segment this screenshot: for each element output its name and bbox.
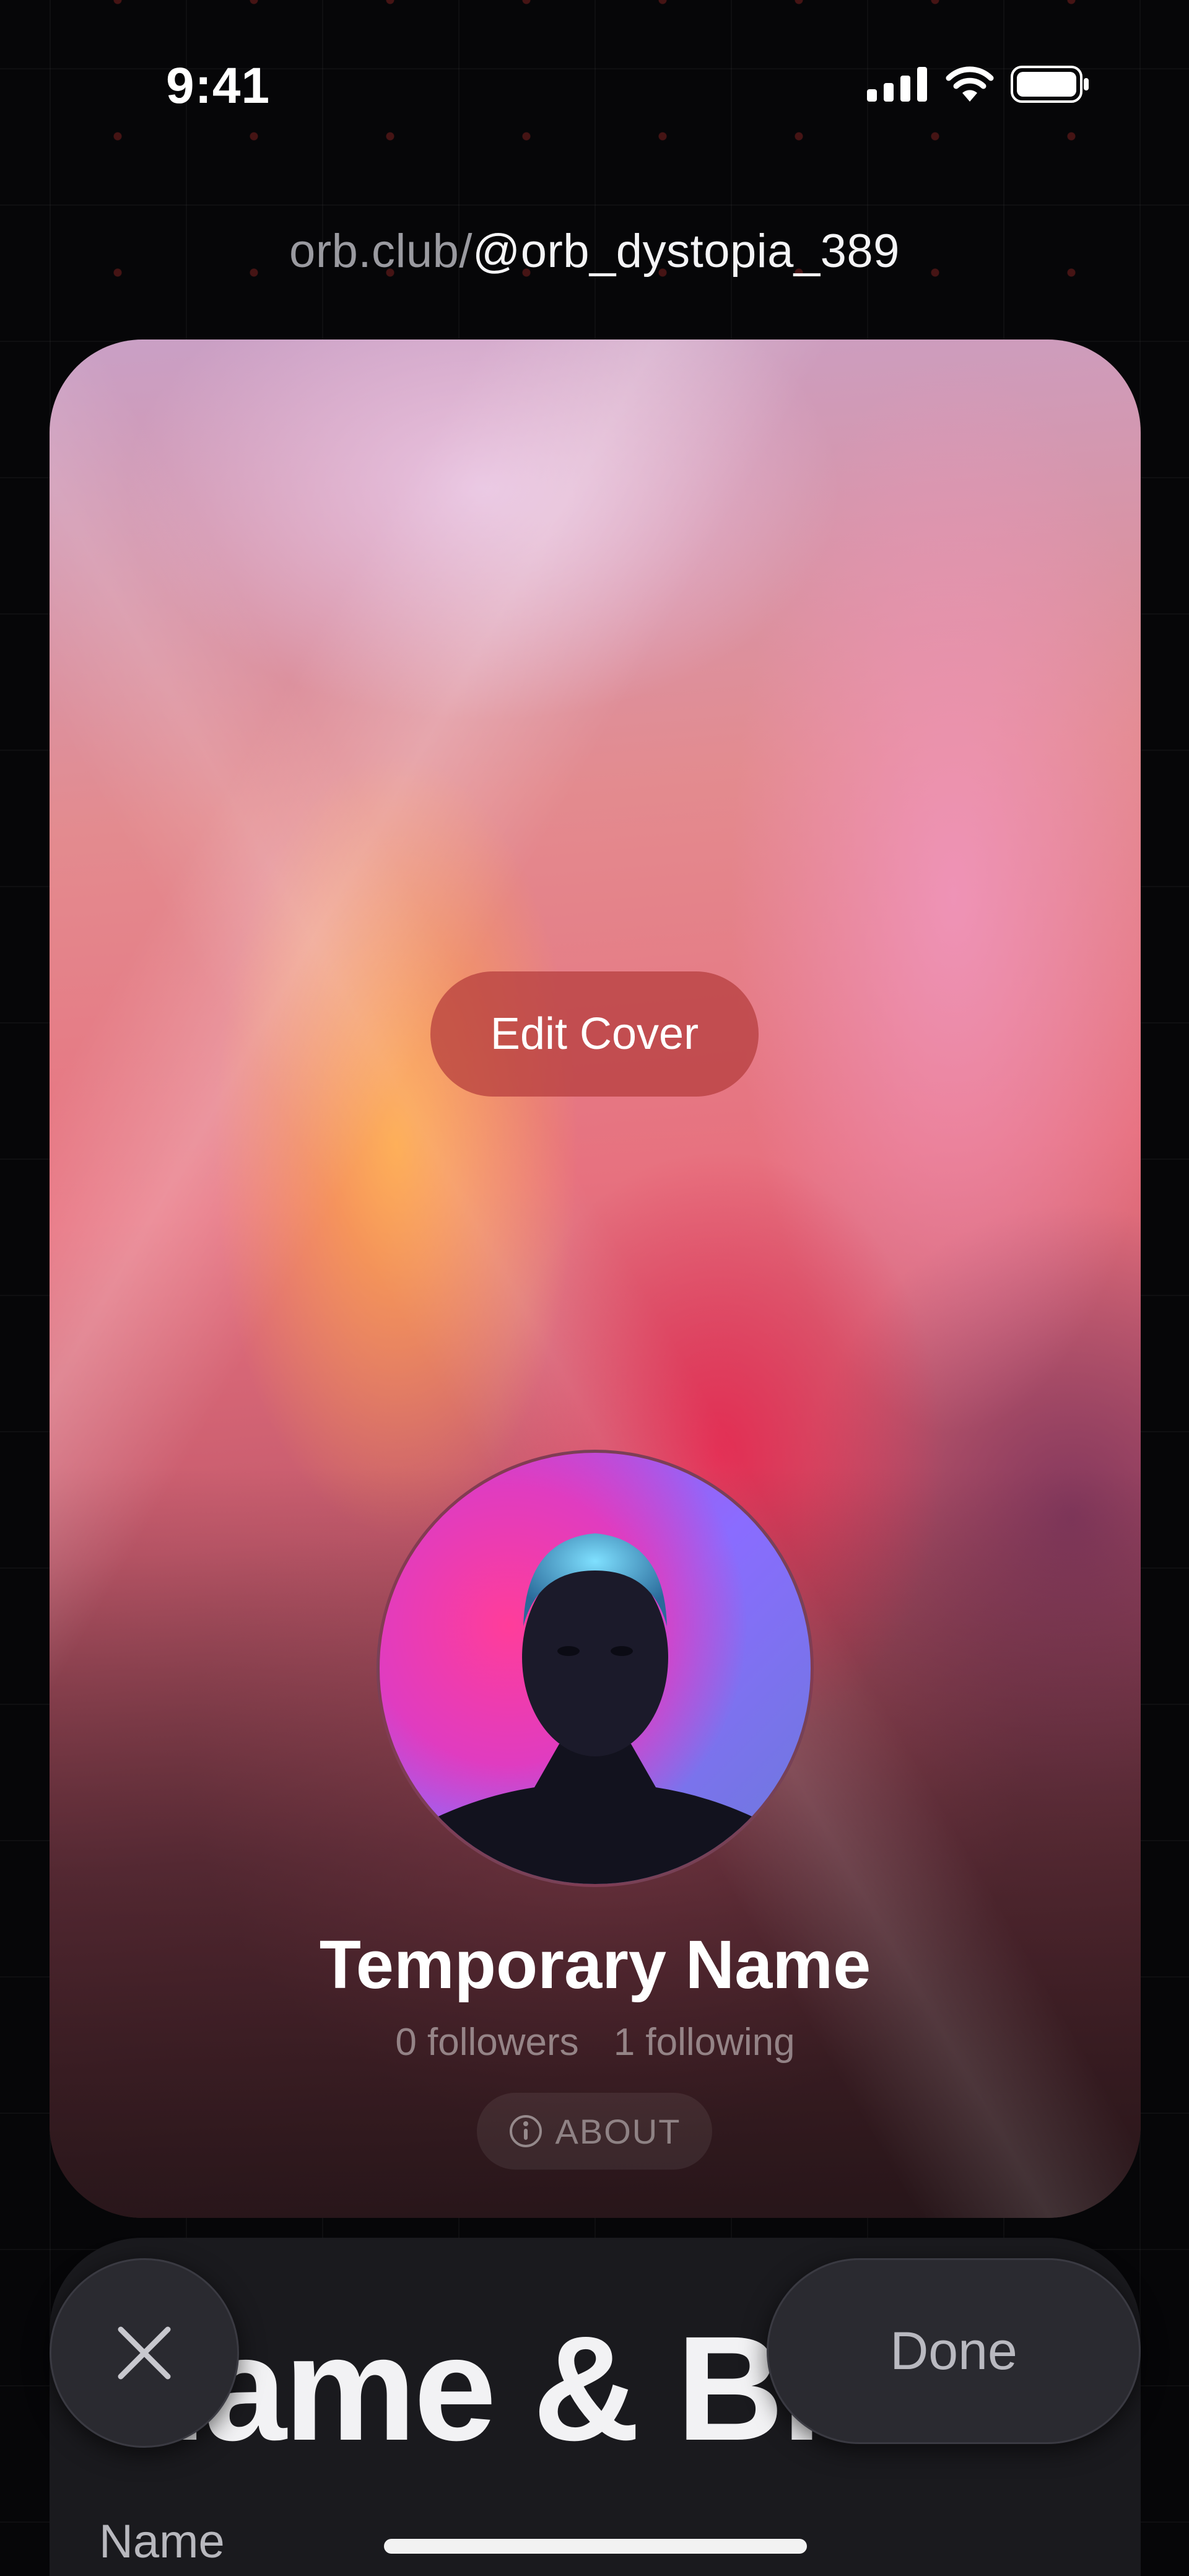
close-icon: [118, 2326, 171, 2380]
followers-count[interactable]: 0 followers: [395, 2021, 578, 2064]
battery-icon: [1011, 66, 1089, 103]
close-button[interactable]: [50, 2258, 239, 2448]
wifi-icon: [946, 66, 994, 102]
name-field-label: Name: [99, 2515, 225, 2568]
status-icons: [867, 66, 1090, 103]
screen: 9:41 orb.club/@orb_dystopia_389 Edit Cov…: [0, 0, 1189, 2576]
profile-name: Temporary Name: [319, 1927, 871, 2003]
profile-card: Edit Cover Temporary Name 0 followers 1 f…: [50, 340, 1141, 2218]
done-button[interactable]: Done: [767, 2258, 1141, 2444]
url-domain: orb.club/: [289, 225, 473, 278]
about-button[interactable]: ABOUT: [477, 2093, 712, 2170]
avatar[interactable]: [377, 1450, 814, 1887]
home-indicator: [384, 2539, 807, 2554]
profile-url: orb.club/@orb_dystopia_389: [0, 224, 1189, 278]
edit-cover-button[interactable]: Edit Cover: [430, 971, 759, 1097]
signal-icon: [867, 67, 927, 102]
about-label: ABOUT: [555, 2111, 681, 2151]
following-count[interactable]: 1 following: [614, 2021, 795, 2064]
profile-stats: 0 followers 1 following: [50, 2020, 1141, 2064]
status-time: 9:41: [166, 58, 271, 114]
url-handle: @orb_dystopia_389: [473, 225, 900, 278]
avatar-portrait: [380, 1533, 811, 1884]
info-icon: [509, 2115, 542, 2147]
